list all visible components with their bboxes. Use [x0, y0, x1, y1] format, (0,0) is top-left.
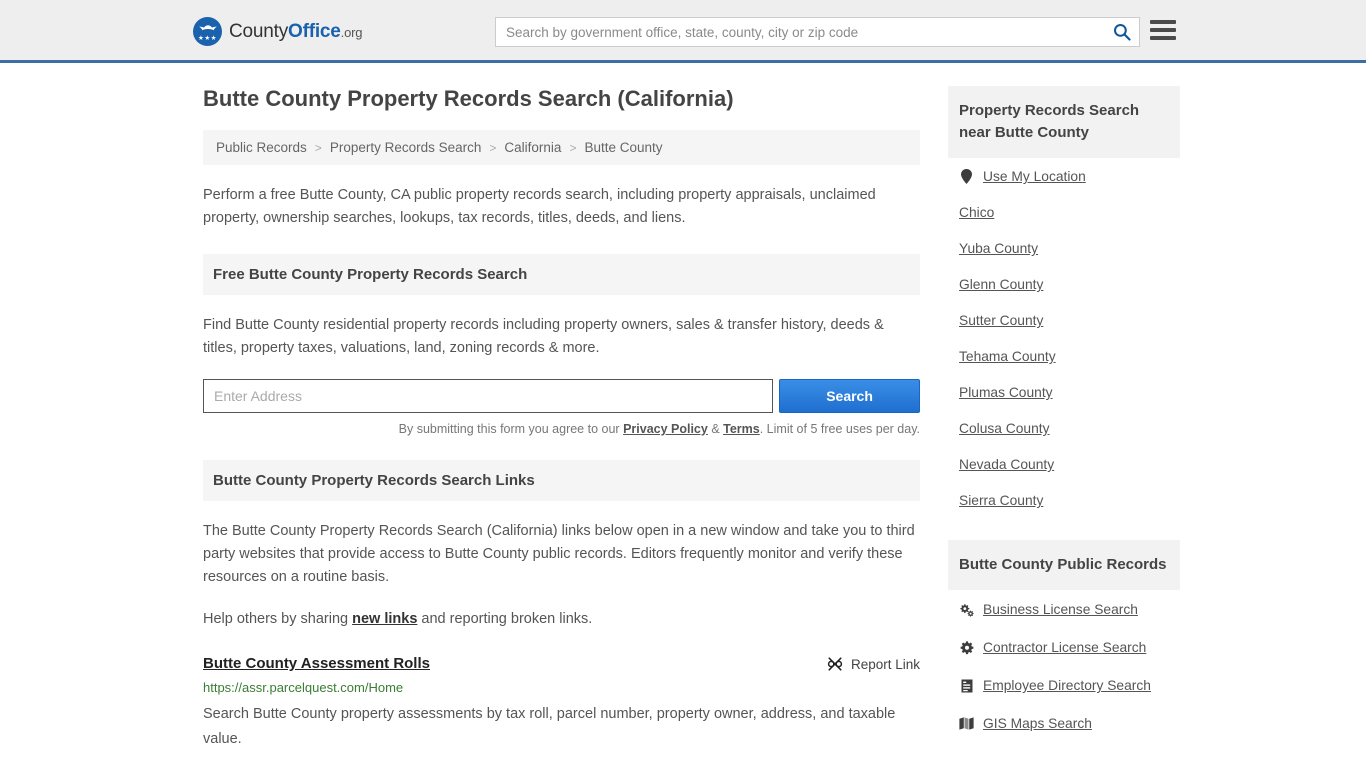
privacy-policy-link[interactable]: Privacy Policy — [623, 422, 708, 436]
address-search-form: Search — [203, 379, 920, 413]
breadcrumb-item-butte-county[interactable]: Butte County — [581, 140, 665, 155]
sidebar-item-yuba-county[interactable]: Yuba County — [959, 230, 1169, 266]
broken-link-icon — [827, 657, 843, 671]
sidebar-nearby-list: Use My Location Chico Yuba County Glenn … — [948, 158, 1180, 518]
sidebar-item-label[interactable]: Contractor License Search — [983, 640, 1146, 655]
help-prefix: Help others by sharing — [203, 611, 353, 627]
main-content: Butte County Property Records Search (Ca… — [203, 86, 920, 768]
site-logo[interactable]: ★★★ CountyOffice.org — [193, 17, 362, 46]
help-suffix: and reporting broken links. — [417, 611, 593, 627]
sidebar-item-label[interactable]: Employee Directory Search — [983, 678, 1151, 693]
breadcrumb-separator: > — [314, 140, 322, 155]
report-link-button[interactable]: Report Link — [827, 655, 920, 672]
page-title: Butte County Property Records Search (Ca… — [203, 86, 734, 111]
list-icon — [959, 679, 974, 693]
sidebar-item-sutter-county[interactable]: Sutter County — [959, 302, 1169, 338]
link-entry-description: Search Butte County property assessments… — [203, 706, 896, 747]
sidebar-item-label[interactable]: Plumas County — [959, 385, 1053, 400]
form-disclaimer: By submitting this form you agree to our… — [203, 422, 920, 436]
links-section-heading: Butte County Property Records Search Lin… — [203, 460, 920, 501]
free-search-heading: Free Butte County Property Records Searc… — [203, 254, 920, 295]
logo-wordmark: CountyOffice.org — [229, 21, 362, 43]
search-icon — [1114, 24, 1131, 41]
sidebar-public-records-heading: Butte County Public Records — [948, 540, 1180, 590]
menu-button[interactable] — [1150, 19, 1176, 41]
sidebar-item-label[interactable]: Nevada County — [959, 457, 1054, 472]
logo-text-county: County — [229, 20, 289, 42]
breadcrumb: Public Records > Property Records Search… — [203, 130, 920, 165]
site-header: ★★★ CountyOffice.org — [0, 0, 1366, 63]
link-entry: Butte County Assessment Rolls Report Lin… — [203, 655, 920, 752]
global-search-bar[interactable] — [495, 17, 1140, 47]
sidebar: Property Records Search near Butte Count… — [948, 86, 1180, 768]
eagle-icon — [198, 25, 217, 31]
cogs-icon — [959, 603, 974, 617]
sidebar-item-label[interactable]: Colusa County — [959, 421, 1050, 436]
sidebar-item-employee-directory-search[interactable]: Employee Directory Search — [959, 666, 1169, 704]
sidebar-item-tehama-county[interactable]: Tehama County — [959, 338, 1169, 374]
sidebar-item-label[interactable]: Sutter County — [959, 313, 1043, 328]
breadcrumb-item-california[interactable]: California — [501, 140, 564, 155]
report-link-label: Report Link — [850, 656, 920, 672]
countyoffice-logo-icon: ★★★ — [193, 17, 222, 46]
global-search-submit-button[interactable] — [1105, 18, 1139, 46]
page-container: Butte County Property Records Search (Ca… — [0, 63, 1366, 768]
new-links-link[interactable]: new links — [352, 611, 417, 627]
gear-icon — [959, 640, 974, 655]
link-entry-title[interactable]: Butte County Assessment Rolls — [203, 655, 430, 672]
sidebar-nearby-heading: Property Records Search near Butte Count… — [948, 86, 1180, 158]
breadcrumb-separator: > — [489, 140, 497, 155]
map-icon — [959, 717, 974, 730]
logo-text-org: .org — [340, 24, 363, 40]
sidebar-item-label[interactable]: Yuba County — [959, 241, 1038, 256]
free-search-description: Find Butte County residential property r… — [203, 317, 884, 356]
sidebar-item-label[interactable]: Chico — [959, 205, 994, 220]
stars-icon: ★★★ — [198, 35, 217, 42]
breadcrumb-item-property-records-search[interactable]: Property Records Search — [327, 140, 485, 155]
sidebar-item-label[interactable]: Sierra County — [959, 493, 1043, 508]
disclaimer-prefix: By submitting this form you agree to our — [398, 422, 624, 436]
links-section-help-text: Help others by sharing new links and rep… — [203, 608, 920, 631]
disclaimer-suffix: . Limit of 5 free uses per day. — [759, 422, 920, 436]
link-entry-header: Butte County Assessment Rolls Report Lin… — [203, 655, 920, 672]
sidebar-item-label[interactable]: Tehama County — [959, 349, 1056, 364]
address-search-button[interactable]: Search — [779, 379, 920, 413]
sidebar-item-chico[interactable]: Chico — [959, 194, 1169, 230]
logo-text-office: Office — [288, 20, 341, 42]
sidebar-item-label[interactable]: Business License Search — [983, 602, 1138, 617]
link-entry-url: https://assr.parcelquest.com/Home — [203, 680, 404, 695]
page-intro-text: Perform a free Butte County, CA public p… — [203, 187, 876, 226]
sidebar-item-gis-maps-search[interactable]: GIS Maps Search — [959, 704, 1169, 742]
sidebar-item-label[interactable]: Use My Location — [983, 169, 1086, 184]
breadcrumb-separator: > — [569, 140, 577, 155]
sidebar-item-plumas-county[interactable]: Plumas County — [959, 374, 1169, 410]
address-input[interactable] — [203, 379, 774, 413]
links-section-paragraph: The Butte County Property Records Search… — [203, 523, 915, 585]
global-search-input[interactable] — [496, 24, 1105, 40]
hamburger-bar-1 — [1150, 20, 1176, 24]
sidebar-item-colusa-county[interactable]: Colusa County — [959, 410, 1169, 446]
sidebar-item-use-my-location[interactable]: Use My Location — [959, 158, 1169, 194]
sidebar-item-nevada-county[interactable]: Nevada County — [959, 446, 1169, 482]
hamburger-bar-2 — [1150, 28, 1176, 32]
breadcrumb-item-public-records[interactable]: Public Records — [213, 140, 310, 155]
sidebar-item-contractor-license-search[interactable]: Contractor License Search — [959, 628, 1169, 666]
map-pin-icon — [959, 169, 974, 184]
sidebar-public-records-list: Business License Search Contractor Licen… — [948, 590, 1180, 742]
sidebar-item-label[interactable]: Glenn County — [959, 277, 1043, 292]
disclaimer-amp: & — [707, 422, 724, 436]
sidebar-item-sierra-county[interactable]: Sierra County — [959, 482, 1169, 518]
terms-link[interactable]: Terms — [723, 422, 760, 436]
hamburger-bar-3 — [1150, 36, 1176, 40]
sidebar-item-label[interactable]: GIS Maps Search — [983, 716, 1092, 731]
sidebar-public-records-block: Butte County Public Records Business Lic… — [948, 540, 1180, 742]
sidebar-item-glenn-county[interactable]: Glenn County — [959, 266, 1169, 302]
sidebar-item-business-license-search[interactable]: Business License Search — [959, 590, 1169, 628]
